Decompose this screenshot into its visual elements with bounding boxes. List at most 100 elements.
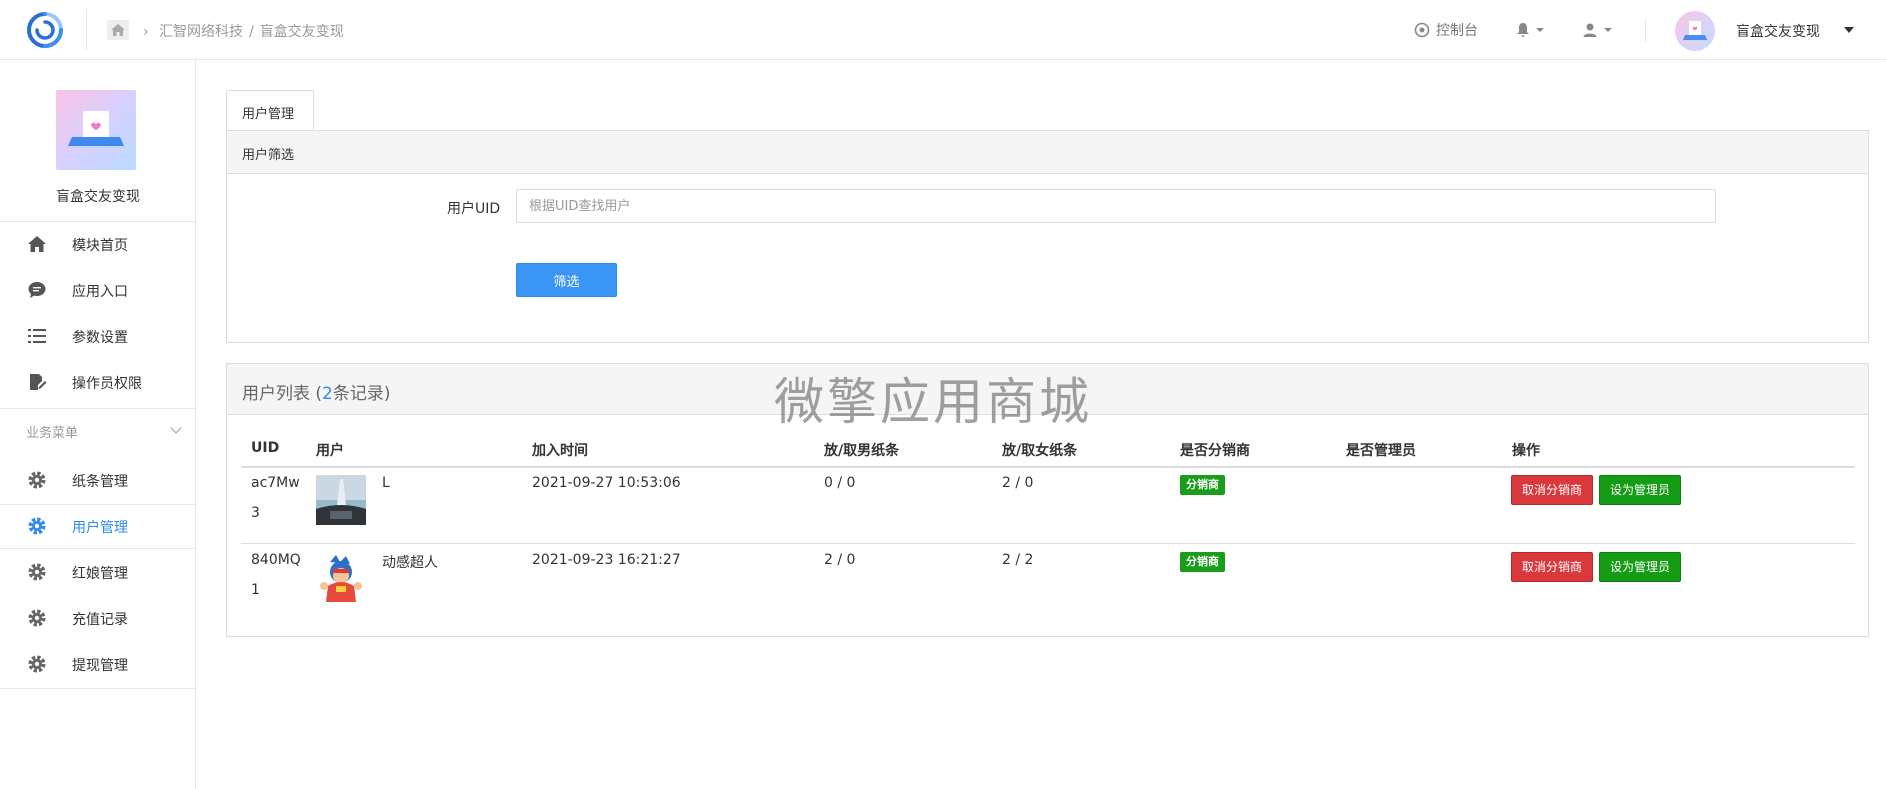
user-dropdown[interactable] — [1582, 0, 1612, 60]
list-icon — [26, 326, 48, 346]
chat-icon — [26, 280, 48, 300]
gift-box-icon — [68, 111, 124, 146]
cell-nickname: 动感超人 — [382, 555, 438, 571]
cell-male-notes: 0 / 0 — [824, 475, 856, 491]
gear-icon — [26, 608, 48, 628]
user-list-title: 用户列表 (2条记录) — [242, 379, 391, 404]
app-title: 盲盒交友变现 — [56, 189, 140, 205]
sidebar-item-module-home[interactable]: 模块首页 — [0, 222, 196, 266]
gear-icon — [26, 654, 48, 674]
edit-icon — [26, 372, 48, 392]
cell-uid: 840MQ1 — [251, 552, 301, 598]
dashboard-icon — [1414, 22, 1430, 38]
user-photo-icon — [316, 475, 366, 525]
user-list-title-prefix: 用户列表 ( — [242, 384, 323, 404]
set-admin-button[interactable]: 设为管理员 — [1599, 475, 1682, 505]
breadcrumb-item-company[interactable]: 汇智网络科技 — [159, 24, 243, 40]
sidebar-item-label: 充值记录 — [72, 612, 128, 628]
breadcrumb: › 汇智网络科技 / 盲盒交友变现 — [143, 21, 350, 41]
distributor-badge: 分销商 — [1180, 475, 1225, 495]
breadcrumb-item-app[interactable]: 盲盒交友变现 — [260, 24, 344, 40]
user-list-title-suffix: 条记录) — [332, 384, 391, 404]
sidebar-item-label: 应用入口 — [72, 284, 128, 300]
gear-icon — [26, 516, 48, 536]
sidebar-item-notes[interactable]: 纸条管理 — [0, 458, 196, 502]
record-count: 2 — [322, 384, 333, 404]
sidebar-divider — [0, 408, 196, 409]
tab-label: 用户管理 — [242, 107, 295, 122]
sidebar-divider — [0, 548, 196, 549]
sidebar-divider — [0, 688, 196, 689]
console-label: 控制台 — [1436, 23, 1478, 39]
sidebar-item-matchmaker[interactable]: 红娘管理 — [0, 550, 196, 594]
chevron-down-icon — [1536, 28, 1544, 32]
cell-female-notes: 2 / 2 — [1002, 552, 1034, 568]
table-header-divider — [241, 466, 1855, 468]
col-header-male-notes: 放/取男纸条 — [824, 443, 900, 459]
chevron-down-icon — [1604, 28, 1612, 32]
account-name[interactable]: 盲盒交友变现 — [1736, 21, 1820, 41]
sidebar-item-label: 用户管理 — [72, 520, 128, 536]
col-header-uid: UID — [251, 440, 280, 456]
top-header: › 汇智网络科技 / 盲盒交友变现 控制台 盲盒交友变现 — [0, 0, 1886, 60]
caret-down-icon[interactable] — [1844, 27, 1854, 33]
tab-user-management[interactable]: 用户管理 — [226, 90, 314, 130]
col-header-join-time: 加入时间 — [532, 443, 588, 459]
sidebar-item-label: 参数设置 — [72, 330, 128, 346]
gift-box-icon — [1683, 21, 1707, 40]
chevron-down-icon — [170, 422, 182, 434]
breadcrumb-separator: / — [249, 24, 254, 40]
sidebar-item-label: 模块首页 — [72, 238, 128, 254]
cartoon-avatar-icon — [316, 552, 366, 602]
uid-label: 用户UID — [447, 201, 501, 217]
set-admin-button[interactable]: 设为管理员 — [1599, 552, 1682, 582]
sidebar-item-recharge-records[interactable]: 充值记录 — [0, 596, 196, 640]
cancel-distributor-button[interactable]: 取消分销商 — [1511, 475, 1594, 505]
sidebar-item-user-management[interactable]: 用户管理 — [0, 504, 196, 548]
distributor-badge: 分销商 — [1180, 552, 1225, 572]
gear-icon — [26, 470, 48, 490]
console-link[interactable]: 控制台 — [1414, 0, 1478, 60]
col-header-user: 用户 — [316, 443, 344, 459]
header-divider — [1645, 18, 1646, 42]
cell-uid: ac7Mw3 — [251, 475, 300, 521]
cell-join-time: 2021-09-27 10:53:06 — [532, 475, 681, 491]
sidebar-item-settings[interactable]: 参数设置 — [0, 314, 196, 358]
sidebar-item-app-entry[interactable]: 应用入口 — [0, 268, 196, 312]
home-icon — [26, 234, 48, 254]
header-divider — [86, 10, 87, 50]
notifications-dropdown[interactable] — [1516, 0, 1544, 60]
bell-icon — [1517, 23, 1529, 37]
account-avatar[interactable] — [1675, 11, 1715, 51]
sidebar-group-label: 业务菜单 — [26, 426, 79, 441]
filter-panel: 用户筛选 用户UID 筛选 — [226, 130, 1869, 343]
col-header-distributor: 是否分销商 — [1180, 443, 1250, 459]
sidebar-item-label: 红娘管理 — [72, 566, 128, 582]
cancel-distributor-button[interactable]: 取消分销商 — [1511, 552, 1594, 582]
sidebar-item-label: 纸条管理 — [72, 474, 128, 490]
sidebar: 盲盒交友变现 模块首页 应用入口 参数设置 操作员权限 业务菜单 纸条管理 用户… — [0, 60, 196, 789]
user-list-header: 用户列表 (2条记录) — [227, 364, 1868, 415]
home-icon — [111, 24, 125, 36]
user-list-panel: 用户列表 (2条记录) UID 用户 加入时间 放/取男纸条 放/取女纸条 是否… — [226, 363, 1869, 637]
row-divider — [241, 543, 1855, 544]
filter-panel-header: 用户筛选 — [227, 131, 1868, 174]
filter-button[interactable]: 筛选 — [516, 263, 617, 297]
user-icon — [1583, 23, 1597, 37]
app-logo-icon[interactable] — [24, 10, 66, 50]
gear-icon — [26, 562, 48, 582]
user-avatar — [316, 475, 366, 525]
user-avatar — [316, 552, 366, 602]
cell-male-notes: 2 / 0 — [824, 552, 856, 568]
app-avatar — [56, 90, 136, 170]
cell-join-time: 2021-09-23 16:21:27 — [532, 552, 681, 568]
col-header-female-notes: 放/取女纸条 — [1002, 443, 1078, 459]
col-header-actions: 操作 — [1512, 443, 1540, 459]
breadcrumb-home-button[interactable] — [107, 20, 129, 40]
filter-panel-title: 用户筛选 — [242, 148, 295, 163]
sidebar-item-withdrawals[interactable]: 提现管理 — [0, 642, 196, 686]
sidebar-group-business-menu[interactable]: 业务菜单 — [0, 416, 196, 446]
sidebar-item-operator-permissions[interactable]: 操作员权限 — [0, 360, 196, 404]
uid-search-input[interactable] — [516, 189, 1716, 223]
sidebar-item-label: 操作员权限 — [72, 376, 142, 392]
